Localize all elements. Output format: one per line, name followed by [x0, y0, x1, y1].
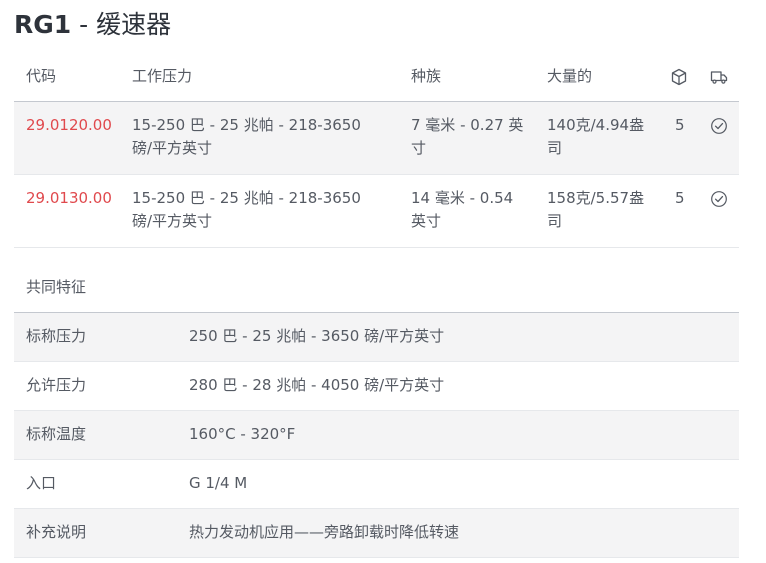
header-weight[interactable]: 大量的: [547, 65, 592, 88]
pressure-line2: 磅/平方英寸: [132, 139, 213, 157]
pack-quantity: 5: [675, 116, 685, 134]
feature-row-inlet: 入口 G 1/4 M: [14, 460, 739, 509]
feature-label: 入口: [26, 474, 57, 492]
product-name-title: 缓速器: [96, 10, 172, 39]
feature-label: 标称温度: [26, 425, 87, 443]
feature-value: 热力发动机应用——旁路卸载时降低转速: [189, 523, 460, 541]
pressure-line2: 磅/平方英寸: [132, 212, 213, 230]
feature-value: 160°C - 320°F: [189, 425, 296, 443]
feature-row-nominal-temperature: 标称温度 160°C - 320°F: [14, 411, 739, 460]
feature-value: G 1/4 M: [189, 474, 248, 492]
weight-line2: 司: [547, 139, 563, 157]
weight-line1: 140克/4.94盎: [547, 116, 645, 134]
truck-icon: [710, 71, 728, 84]
type-line1: 7 毫米 - 0.27 英: [411, 116, 524, 134]
feature-value: 280 巴 - 28 兆帕 - 4050 磅/平方英寸: [189, 376, 445, 394]
pressure-line1: 15-250 巴 - 25 兆帕 - 218-3650: [132, 189, 361, 207]
title-separator: -: [71, 10, 97, 39]
weight-line2: 司: [547, 212, 563, 230]
package-icon: [671, 68, 687, 86]
header-working-pressure[interactable]: 工作压力: [132, 65, 192, 88]
product-page: RG1 - 缓速器 代码 工作压力 种族 大量的 29.0120.00 15-2…: [0, 0, 766, 563]
type-line2: 英寸: [411, 212, 442, 230]
feature-row-allowed-pressure: 允许压力 280 巴 - 28 兆帕 - 4050 磅/平方英寸: [14, 362, 739, 411]
table-row[interactable]: 29.0120.00 15-250 巴 - 25 兆帕 - 218-3650 磅…: [14, 102, 739, 175]
pack-quantity: 5: [675, 189, 685, 207]
feature-row-notes: 补充说明 热力发动机应用——旁路卸载时降低转速: [14, 509, 739, 558]
type-line2: 寸: [411, 139, 427, 157]
type-line1: 14 毫米 - 0.54: [411, 189, 514, 207]
product-table-header: 代码 工作压力 种族 大量的: [14, 52, 739, 102]
common-features-header: 共同特征: [14, 264, 739, 313]
table-row[interactable]: 29.0130.00 15-250 巴 - 25 兆帕 - 218-3650 磅…: [14, 175, 739, 248]
check-circle-icon[interactable]: [710, 190, 728, 208]
header-code[interactable]: 代码: [26, 65, 56, 88]
page-title: RG1 - 缓速器: [14, 8, 171, 42]
check-circle-icon[interactable]: [710, 117, 728, 135]
feature-row-nominal-pressure: 标称压力 250 巴 - 25 兆帕 - 3650 磅/平方英寸: [14, 313, 739, 362]
feature-value: 250 巴 - 25 兆帕 - 3650 磅/平方英寸: [189, 327, 445, 345]
weight-line1: 158克/5.57盎: [547, 189, 645, 207]
product-code-link[interactable]: 29.0130.00: [26, 187, 112, 210]
product-code-link[interactable]: 29.0120.00: [26, 114, 112, 137]
product-code-title: RG1: [14, 10, 72, 39]
feature-label: 标称压力: [26, 327, 87, 345]
pressure-line1: 15-250 巴 - 25 兆帕 - 218-3650: [132, 116, 361, 134]
header-type[interactable]: 种族: [411, 65, 441, 88]
feature-label: 补充说明: [26, 523, 87, 541]
common-features-title: 共同特征: [26, 278, 87, 296]
feature-label: 允许压力: [26, 376, 87, 394]
